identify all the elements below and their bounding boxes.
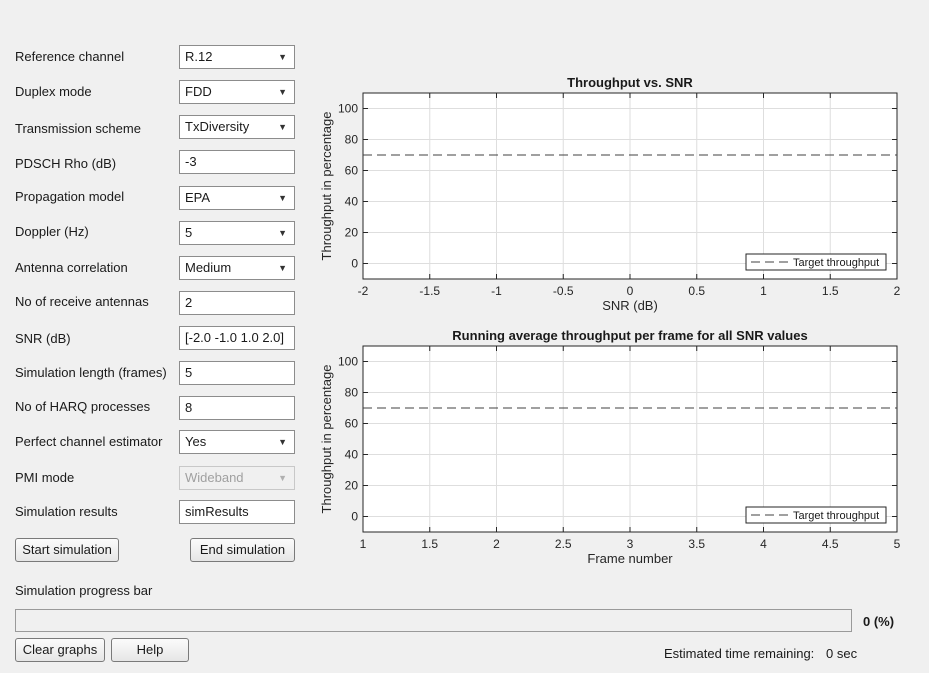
chart1-legend — [745, 253, 887, 271]
help-button[interactable]: Help — [111, 638, 189, 662]
chevron-down-icon: ▼ — [278, 263, 287, 273]
chart1-x-tick-label: 1.5 — [822, 284, 839, 298]
chart1-x-tick-label: -2 — [358, 284, 369, 298]
chart2-x-tick-label: 2.5 — [555, 537, 572, 551]
chart1-ylabel: Throughput in percentage — [319, 112, 334, 261]
snr-label: SNR (dB) — [15, 331, 71, 346]
chart2-legend — [745, 506, 887, 524]
chart1-legend-label: Target throughput — [793, 257, 879, 269]
chart2-y-tick-label: 40 — [345, 448, 359, 462]
pdsch-rho-label: PDSCH Rho (dB) — [15, 156, 117, 171]
duplex-mode-dropdown[interactable]: FDD ▼ — [179, 80, 295, 104]
antenna-correlation-dropdown[interactable]: Medium ▼ — [179, 256, 295, 280]
transmission-scheme-dropdown[interactable]: TxDiversity ▼ — [179, 115, 295, 139]
chevron-down-icon: ▼ — [278, 193, 287, 203]
start-simulation-button[interactable]: Start simulation — [15, 538, 119, 562]
harq-processes-input[interactable]: 8 — [179, 396, 295, 420]
antenna-correlation-value: Medium — [185, 260, 232, 275]
reference-channel-dropdown[interactable]: R.12 ▼ — [179, 45, 295, 69]
simulation-progress-bar — [15, 609, 852, 632]
chart1-y-tick-label: 60 — [345, 164, 359, 178]
chart2-y-tick-label: 100 — [338, 355, 358, 369]
eta-label: Estimated time remaining: — [664, 646, 815, 661]
chart2-y-tick-label: 60 — [345, 417, 359, 431]
chart1-axes-box — [362, 92, 898, 280]
perfect-channel-estimator-value: Yes — [185, 434, 207, 449]
reference-channel-label: Reference channel — [15, 49, 125, 64]
transmission-scheme-label: Transmission scheme — [15, 121, 141, 136]
chart2-x-tick-label: 1.5 — [421, 537, 438, 551]
chart1-x-tick-label: 0 — [627, 284, 634, 298]
sim-results-label: Simulation results — [15, 504, 118, 519]
sim-results-input[interactable]: simResults — [179, 500, 295, 524]
chart2-y-tick-label: 80 — [345, 386, 359, 400]
antenna-correlation-label: Antenna correlation — [15, 260, 128, 275]
chart1-x-tick-label: 1 — [760, 284, 767, 298]
chevron-down-icon: ▼ — [278, 437, 287, 447]
propagation-model-value: EPA — [185, 190, 211, 205]
chart2-y-tick-label: 20 — [345, 479, 359, 493]
chart1-plot-area — [363, 93, 897, 279]
duplex-mode-value: FDD — [185, 84, 212, 99]
chart2-plot-area — [363, 346, 897, 532]
chart2-legend-label: Target throughput — [793, 510, 879, 522]
progress-label: Simulation progress bar — [15, 583, 153, 598]
chart2-x-tick-label: 4.5 — [822, 537, 839, 551]
chevron-down-icon: ▼ — [278, 87, 287, 97]
doppler-label: Doppler (Hz) — [15, 224, 89, 239]
pmi-mode-label: PMI mode — [15, 470, 75, 485]
progress-percent: 0 (%) — [863, 614, 895, 629]
snr-input[interactable]: [-2.0 -1.0 1.0 2.0] — [179, 326, 295, 350]
chart1-y-tick-label: 20 — [345, 226, 359, 240]
chart1-x-tick-label: -0.5 — [553, 284, 574, 298]
pdsch-rho-input[interactable]: -3 — [179, 150, 295, 174]
chart2-x-tick-label: 3 — [627, 537, 634, 551]
chart1-y-tick-label: 80 — [345, 133, 359, 147]
chart2-x-tick-label: 4 — [760, 537, 767, 551]
chart2-x-tick-label: 5 — [894, 537, 901, 551]
chart2-ylabel: Throughput in percentage — [319, 365, 334, 514]
pmi-mode-value: Wideband — [185, 470, 244, 485]
duplex-mode-label: Duplex mode — [15, 84, 92, 99]
doppler-dropdown[interactable]: 5 ▼ — [179, 221, 295, 245]
chevron-down-icon: ▼ — [278, 228, 287, 238]
chevron-down-icon: ▼ — [278, 122, 287, 132]
harq-processes-label: No of HARQ processes — [15, 399, 151, 414]
chart1-xlabel: SNR (dB) — [602, 298, 658, 313]
receive-antennas-label: No of receive antennas — [15, 294, 149, 309]
chart1-title: Throughput vs. SNR — [567, 75, 693, 90]
chart1-y-tick-label: 40 — [345, 195, 359, 209]
chart1-x-tick-label: -1 — [491, 284, 502, 298]
transmission-scheme-value: TxDiversity — [185, 119, 250, 134]
sim-length-input[interactable]: 5 — [179, 361, 295, 385]
sim-length-label: Simulation length (frames) — [15, 365, 167, 380]
chart2-x-tick-label: 2 — [493, 537, 500, 551]
pmi-mode-dropdown: Wideband ▼ — [179, 466, 295, 490]
receive-antennas-input[interactable]: 2 — [179, 291, 295, 315]
chart2-title: Running average throughput per frame for… — [452, 328, 807, 343]
chart2-xlabel: Frame number — [587, 551, 673, 566]
end-simulation-button[interactable]: End simulation — [190, 538, 295, 562]
charts-area: -2 -1.5 -1 -0.5 0 0.5 1 1.5 2020406080100Through… — [319, 75, 901, 566]
chart2-axes-box — [362, 345, 898, 533]
perfect-channel-estimator-dropdown[interactable]: Yes ▼ — [179, 430, 295, 454]
chart2-y-tick-label: 0 — [351, 510, 358, 524]
chart2-x-tick-label: 3.5 — [688, 537, 705, 551]
reference-channel-value: R.12 — [185, 49, 213, 64]
clear-graphs-button[interactable]: Clear graphs — [15, 638, 105, 662]
chart1-x-tick-label: -1.5 — [419, 284, 440, 298]
doppler-value: 5 — [185, 225, 193, 240]
chart1-x-tick-label: 0.5 — [688, 284, 705, 298]
chart1-y-tick-label: 0 — [351, 257, 358, 271]
chart1-x-tick-label: 2 — [894, 284, 901, 298]
chart2-x-tick-label: 1 — [360, 537, 367, 551]
propagation-model-dropdown[interactable]: EPA ▼ — [179, 186, 295, 210]
perfect-channel-estimator-label: Perfect channel estimator — [15, 434, 163, 449]
propagation-model-label: Propagation model — [15, 189, 125, 204]
chevron-down-icon: ▼ — [278, 473, 287, 483]
eta-value: 0 sec — [826, 646, 858, 661]
chevron-down-icon: ▼ — [278, 52, 287, 62]
chart1-y-tick-label: 100 — [338, 102, 358, 116]
